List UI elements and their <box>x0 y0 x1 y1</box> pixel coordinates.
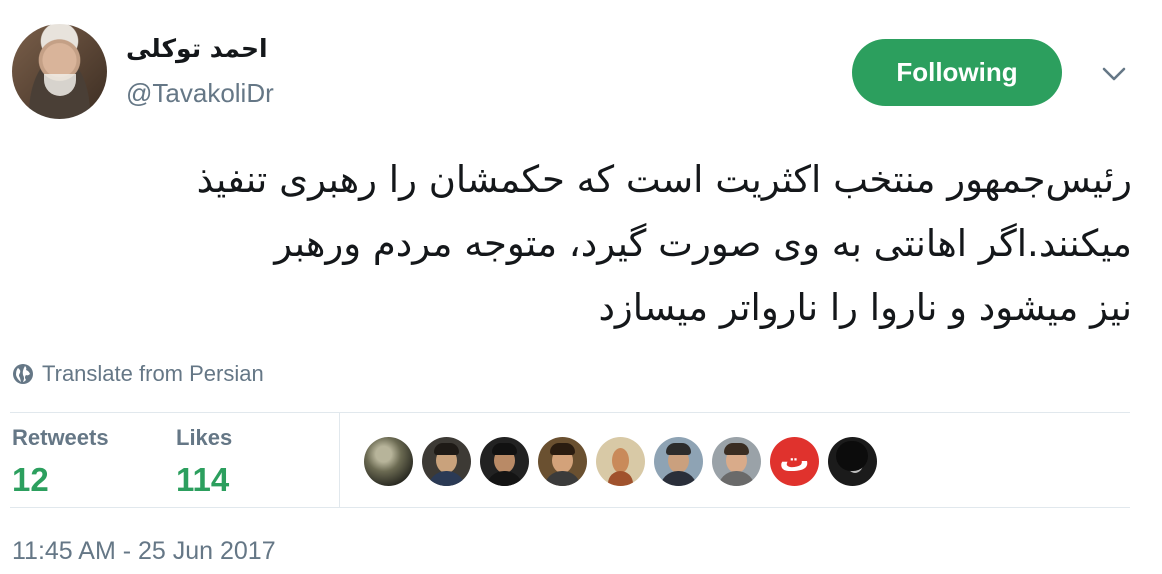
retweets-count: 12 <box>12 461 49 498</box>
tweet-text: رئیس‌جمهور منتخب اکثریت است که حکمشان را… <box>22 148 1132 340</box>
liker-avatar-7[interactable] <box>712 437 761 486</box>
translate-link[interactable]: Translate from Persian <box>12 361 264 387</box>
likes-label: Likes <box>176 425 233 450</box>
liker-avatar-9[interactable] <box>828 437 877 486</box>
tweet-line: نیز میشود و ناروا را نارواتر میسازد <box>598 286 1132 329</box>
likes-count: 114 <box>176 461 230 498</box>
chevron-down-icon[interactable] <box>1100 62 1128 86</box>
liker-avatars: ت <box>364 437 877 486</box>
liker-avatar-8[interactable]: ت <box>770 437 819 486</box>
likes-stat[interactable]: Likes 114 <box>176 425 232 499</box>
author-display-name[interactable]: احمد توکلی <box>126 34 268 63</box>
author-handle[interactable]: @TavakoliDr <box>126 78 274 109</box>
tweet-timestamp[interactable]: 11:45 AM - 25 Jun 2017 <box>12 537 276 566</box>
liker-avatar-4[interactable] <box>538 437 587 486</box>
liker-avatar-2[interactable] <box>422 437 471 486</box>
divider <box>10 507 1130 508</box>
retweets-label: Retweets <box>12 425 109 450</box>
following-button[interactable]: Following <box>852 39 1062 106</box>
stats-divider <box>339 412 340 507</box>
liker-logo-glyph: ت <box>779 444 810 479</box>
globe-icon <box>13 364 33 384</box>
liker-avatar-5[interactable] <box>596 437 645 486</box>
profile-avatar[interactable] <box>12 24 107 119</box>
tweet-line: رئیس‌جمهور منتخب اکثریت است که حکمشان را… <box>196 158 1132 201</box>
tweet-line: میکنند.اگر اهانتی به وی صورت گیرد، متوجه… <box>274 222 1132 265</box>
divider <box>10 412 1130 413</box>
liker-avatar-1[interactable] <box>364 437 413 486</box>
liker-avatar-6[interactable] <box>654 437 703 486</box>
liker-avatar-3[interactable] <box>480 437 529 486</box>
retweets-stat[interactable]: Retweets 12 <box>12 425 109 499</box>
translate-label: Translate from Persian <box>42 361 264 386</box>
